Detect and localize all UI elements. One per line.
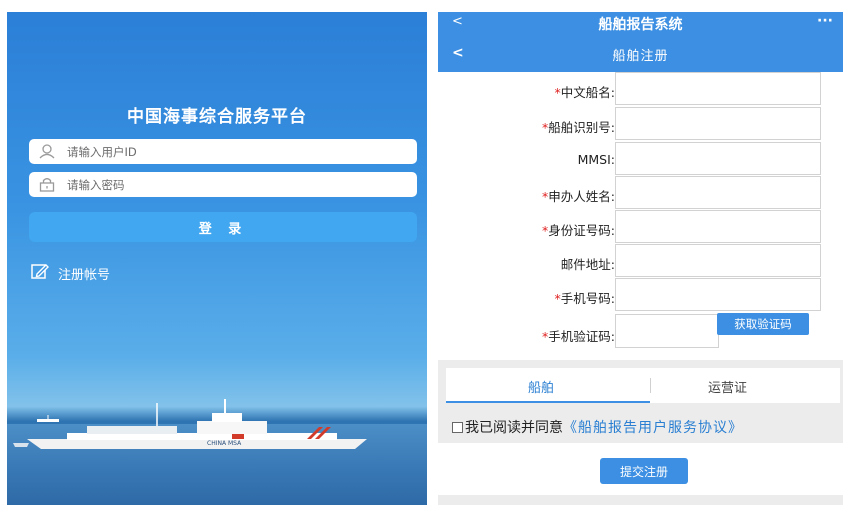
agreement-row: 我已阅读并同意 《船舶报告用户服务协议》 (452, 417, 743, 437)
id-number-input[interactable] (615, 210, 821, 243)
ship-id-input[interactable] (615, 107, 821, 140)
app-title: 船舶报告系统 (598, 17, 683, 33)
field-row-mmsi: MMSI: (438, 142, 843, 176)
phone-input[interactable] (615, 278, 821, 311)
edit-icon (31, 263, 49, 283)
ship-hull-text: CHINA MSA (207, 440, 242, 447)
field-row-applicant-name: *申办人姓名: (438, 176, 843, 210)
field-row-email: 邮件地址: (438, 244, 843, 278)
verification-code-input[interactable] (615, 314, 719, 348)
field-row-phone: *手机号码: (438, 278, 843, 312)
field-label: 邮件地址: (560, 257, 615, 272)
submit-registration-button[interactable]: 提交注册 (600, 458, 688, 484)
field-row-chinese-ship-name: *中文船名: (438, 72, 843, 106)
page-header: < 船舶注册 (438, 34, 843, 72)
email-input[interactable] (615, 244, 821, 277)
field-row-ship-id: *船舶识别号: (438, 107, 843, 141)
field-row-id-number: *身份证号码: (438, 210, 843, 244)
register-account-link[interactable]: 注册帐号 (31, 263, 110, 283)
agree-text: 我已阅读并同意 (465, 420, 563, 436)
page-title: 船舶注册 (612, 49, 669, 64)
patrol-ship-image: CHINA MSA (13, 399, 367, 449)
field-label: 中文船名: (560, 85, 615, 100)
field-label: 申办人姓名: (548, 189, 615, 204)
tab-divider (650, 378, 651, 393)
user-id-input[interactable]: 请输入用户ID (29, 139, 417, 164)
applicant-name-input[interactable] (615, 176, 821, 209)
active-tab-indicator (446, 401, 650, 403)
password-input[interactable]: 请输入密码 (29, 172, 417, 197)
registration-screen: < 船舶报告系统 ··· < 船舶注册 *中文船名: *船舶识别号: MMSI:… (438, 12, 843, 505)
tab-ship[interactable]: 船舶 (528, 377, 554, 396)
field-label: 手机号码: (560, 291, 615, 306)
app-title-bar: < 船舶报告系统 ··· (438, 12, 843, 34)
agree-checkbox[interactable] (452, 421, 463, 433)
field-label: 身份证号码: (548, 223, 615, 238)
lock-icon (39, 177, 55, 192)
more-icon[interactable]: ··· (817, 13, 833, 29)
login-button[interactable]: 登 录 (29, 212, 417, 242)
tab-operating-license[interactable]: 运营证 (708, 377, 747, 396)
agreement-link[interactable]: 《船舶报告用户服务协议》 (563, 417, 743, 437)
field-label: 手机验证码: (548, 329, 615, 344)
registration-tabs: 船舶 运营证 (446, 368, 840, 403)
get-verification-code-button[interactable]: 获取验证码 (717, 313, 809, 335)
password-placeholder: 请输入密码 (67, 177, 125, 192)
register-account-label: 注册帐号 (58, 267, 111, 283)
field-label: 船舶识别号: (548, 120, 615, 135)
login-screen: 中国海事综合服务平台 请输入用户ID 请输入密码 登 录 注册帐号 CHINA … (7, 12, 427, 505)
chinese-ship-name-input[interactable] (615, 72, 821, 105)
field-label: MMSI: (577, 152, 615, 167)
user-id-placeholder: 请输入用户ID (67, 144, 137, 159)
mmsi-input[interactable] (615, 142, 821, 175)
user-icon (39, 144, 55, 159)
platform-title: 中国海事综合服务平台 (127, 107, 307, 127)
